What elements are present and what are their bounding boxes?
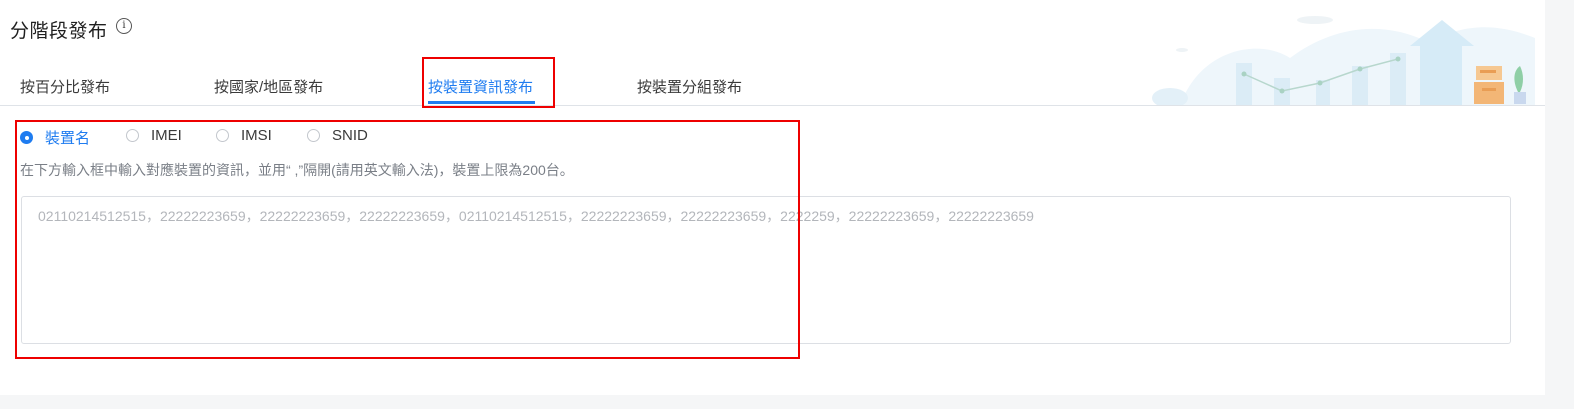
radio-unchecked-icon (307, 129, 320, 142)
textarea-placeholder: 02110214512515，22222223659，22222223659，2… (38, 208, 1034, 224)
page-title: 分階段發布 (10, 21, 108, 42)
radio-label: IMSI (241, 127, 272, 144)
release-mode-tabs: 按百分比發布 按國家/地區發布 按裝置資訊發布 按裝置分組發布 (0, 60, 1545, 106)
radio-snid[interactable]: SNID (307, 127, 368, 144)
tab-by-country-region[interactable]: 按國家/地區發布 (214, 76, 323, 97)
tab-by-device-group[interactable]: 按裝置分組發布 (637, 76, 742, 97)
input-hint-text: 在下方輸入框中輸入對應裝置的資訊，並用“ ,”隔開(請用英文輸入法)，裝置上限為… (20, 162, 574, 178)
radio-device-name[interactable]: 裝置名 (20, 127, 90, 148)
radio-checked-icon (20, 131, 33, 144)
radio-unchecked-icon (216, 129, 229, 142)
info-icon[interactable]: i (116, 18, 132, 34)
device-info-textarea[interactable]: 02110214512515，22222223659，22222223659，2… (21, 196, 1511, 344)
radio-imsi[interactable]: IMSI (216, 127, 272, 144)
tab-by-device-info[interactable]: 按裝置資訊發布 (428, 76, 533, 97)
radio-imei[interactable]: IMEI (126, 127, 182, 144)
radio-label: IMEI (151, 127, 182, 144)
active-tab-indicator (428, 101, 535, 104)
radio-label: 裝置名 (45, 130, 91, 147)
tab-by-percentage[interactable]: 按百分比發布 (20, 76, 110, 97)
staged-release-card: 分階段發布 i 按百分比發布 按國家/地區發布 按裝置資訊發布 按裝置分組發布 (0, 0, 1545, 395)
radio-unchecked-icon (126, 129, 139, 142)
radio-label: SNID (332, 127, 368, 144)
